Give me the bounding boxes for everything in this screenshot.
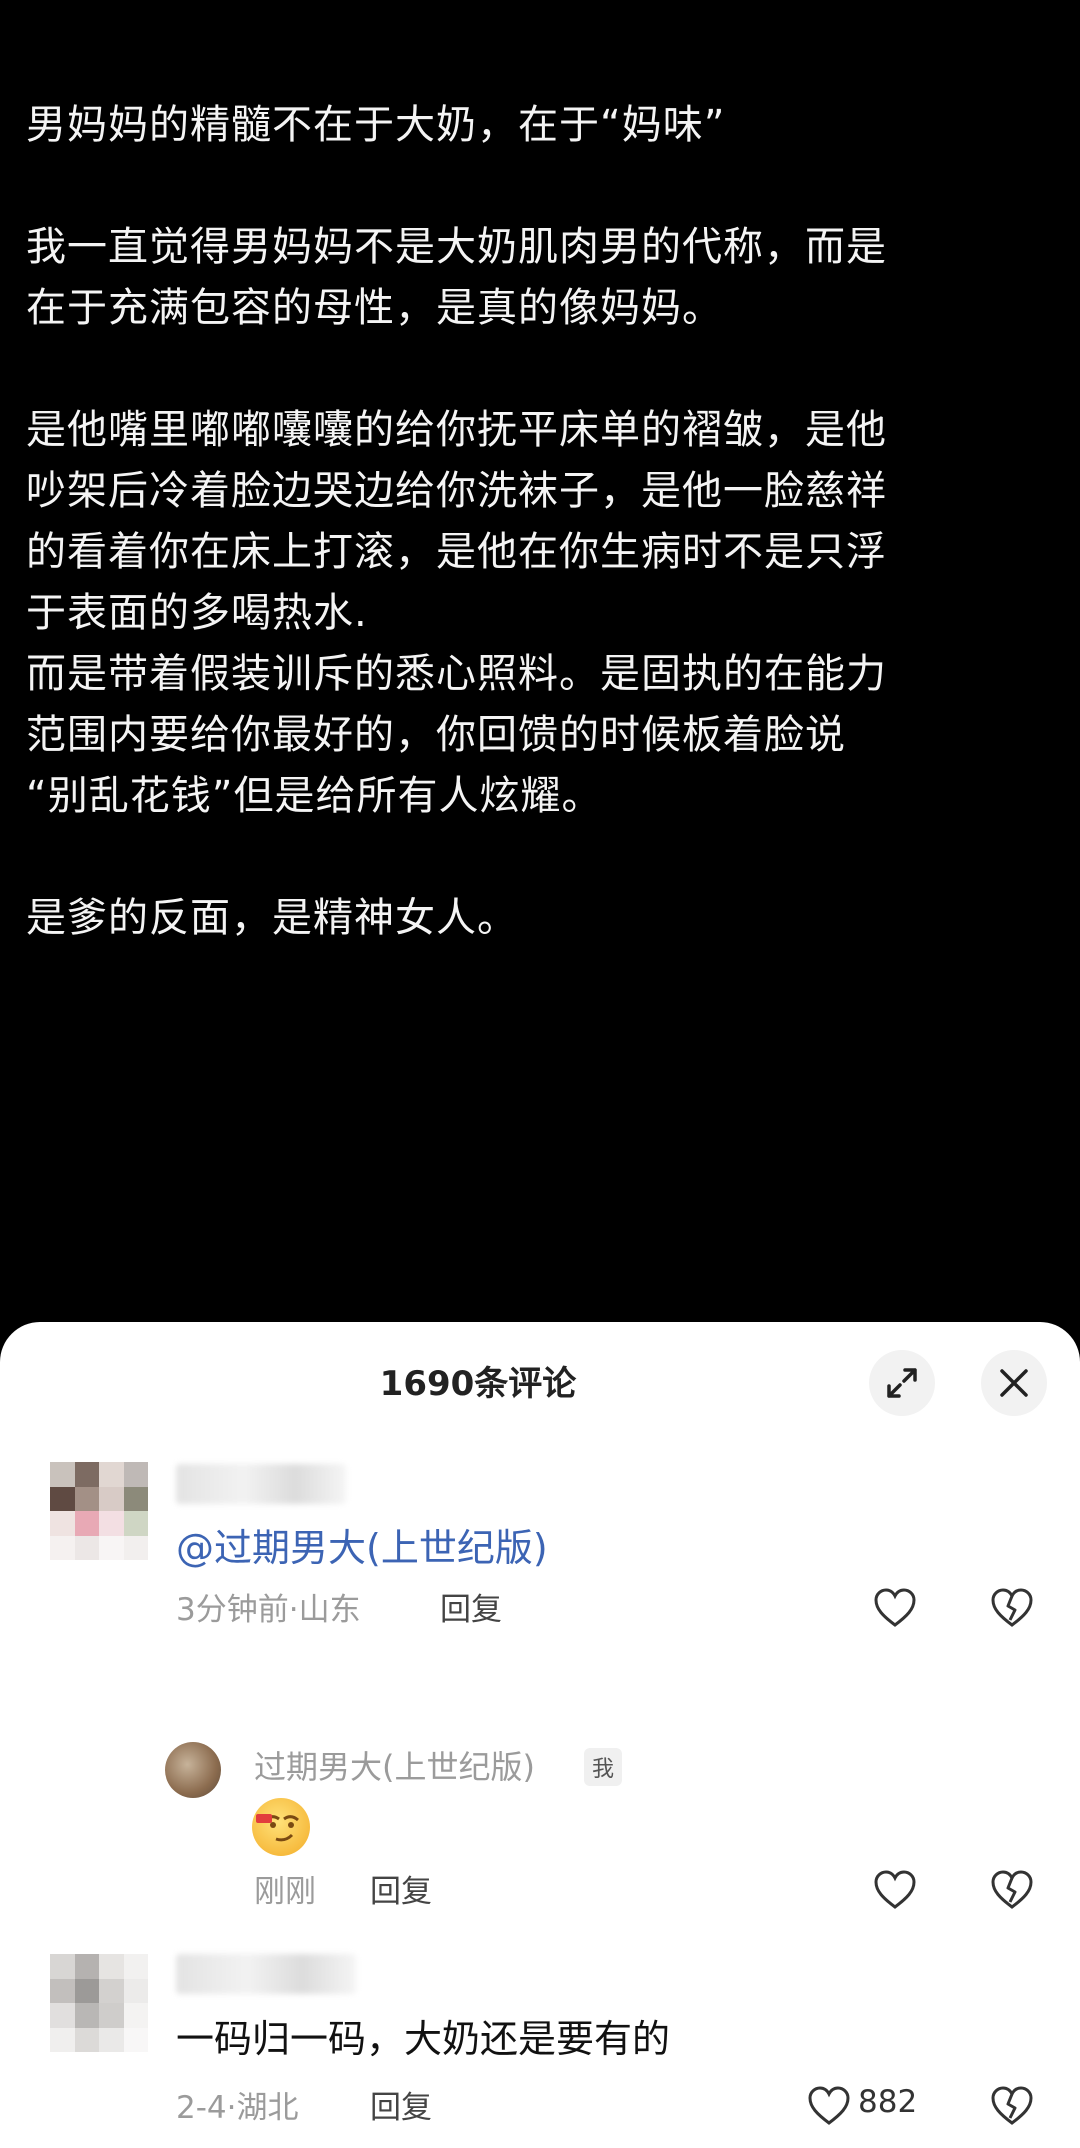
like-icon[interactable] (871, 1584, 919, 1632)
close-button[interactable] (981, 1350, 1047, 1416)
smirk-emoji-icon (252, 1798, 310, 1856)
reply-meta: 刚刚 (254, 1874, 316, 1910)
like-icon[interactable] (805, 2082, 853, 2130)
reply-button[interactable]: 回复 (370, 2082, 432, 2127)
post-paragraph: 男妈妈的精髓不在于大奶，在于“妈味” (26, 102, 726, 148)
comment-sheet: 1690条评论 @过期男大(上世纪版) 3分钟前·山东 回复 过期男大(上世纪版… (0, 1322, 1080, 2148)
reply-author-name[interactable]: 过期男大(上世纪版) (254, 1742, 535, 1788)
avatar[interactable] (165, 1742, 221, 1798)
post-body: 男妈妈的精髓不在于大奶，在于“妈味” 我一直觉得男妈妈不是大奶肌肉男的代称，而是… (26, 95, 1046, 949)
like-count: 882 (858, 2084, 918, 2120)
reply-button[interactable]: 回复 (440, 1584, 502, 1629)
close-icon (1000, 1369, 1028, 1397)
reply-button[interactable]: 回复 (370, 1866, 432, 1911)
post-paragraph: 是他嘴里嘟嘟囔囔的给你抚平床单的褶皱，是他 吵架后冷着脸边哭边给你洗袜子，是他一… (26, 407, 887, 819)
avatar[interactable] (50, 1954, 148, 2052)
comment-meta: 2-4·湖北 (176, 2090, 299, 2126)
post-paragraph: 是爹的反面，是精神女人。 (26, 895, 518, 941)
comment-meta: 3分钟前·山东 (176, 1592, 361, 1628)
avatar[interactable] (50, 1462, 148, 1560)
comment-sheet-header: 1690条评论 (0, 1322, 1080, 1432)
author-name[interactable] (176, 1954, 356, 1994)
mention-link[interactable]: @过期男大(上世纪版) (176, 1517, 548, 1572)
comment-count-title: 1690条评论 (379, 1364, 577, 1404)
expand-icon (887, 1368, 917, 1398)
me-badge: 我 (584, 1748, 623, 1786)
comment-text: 一码归一码，大奶还是要有的 (176, 2017, 671, 2061)
dislike-icon[interactable] (988, 2082, 1036, 2130)
dislike-icon[interactable] (988, 1866, 1036, 1914)
dislike-icon[interactable] (988, 1584, 1036, 1632)
like-icon[interactable] (871, 1866, 919, 1914)
post-paragraph: 我一直觉得男妈妈不是大奶肌肉男的代称，而是 在于充满包容的母性，是真的像妈妈。 (26, 224, 887, 331)
expand-button[interactable] (869, 1350, 935, 1416)
author-name[interactable] (176, 1464, 346, 1504)
